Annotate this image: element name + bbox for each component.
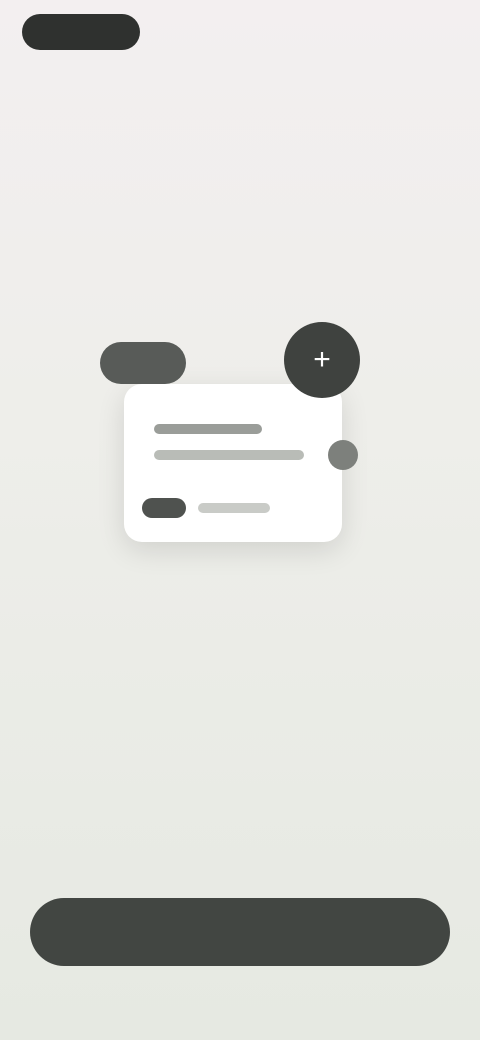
primary-action-button[interactable] — [30, 898, 450, 966]
hero-card-line-1 — [154, 424, 262, 434]
onboarding-screen: + — [0, 0, 480, 1040]
plus-icon: + — [284, 322, 360, 398]
hero-card-line-2 — [154, 450, 304, 460]
top-left-pill-button[interactable] — [22, 14, 140, 50]
hero-card-chip-line — [198, 503, 270, 513]
hero-bubble — [100, 342, 186, 384]
hero-illustration: + — [96, 318, 364, 554]
hero-card — [124, 384, 342, 542]
hero-circle-glyph: + — [313, 343, 331, 376]
hero-dot — [328, 440, 358, 470]
hero-card-chip — [142, 498, 186, 518]
